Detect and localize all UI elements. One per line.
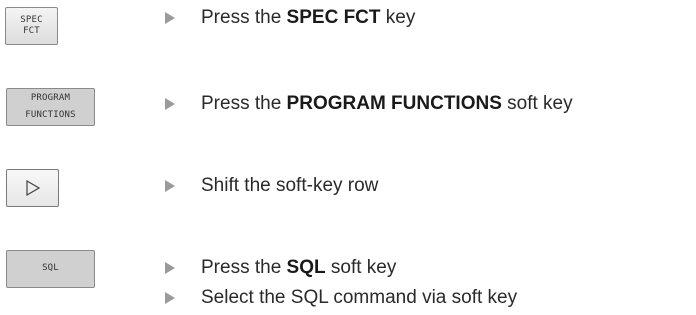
step-2-text: Press the PROGRAM FUNCTIONS soft key bbox=[201, 93, 573, 115]
step-4-post: soft key bbox=[325, 257, 397, 278]
program-functions-softkey[interactable]: PROGRAM FUNCTIONS bbox=[6, 88, 95, 126]
step-1-bold: SPEC FCT bbox=[286, 7, 381, 28]
sql-softkey[interactable]: SQL bbox=[6, 250, 95, 288]
spec-fct-key[interactable]: SPEC FCT bbox=[5, 7, 58, 45]
bullet-triangle-icon bbox=[165, 292, 175, 304]
spec-fct-key-line1: SPEC bbox=[20, 14, 43, 25]
step-1-text: Press the SPEC FCT key bbox=[201, 7, 415, 29]
step-3-text: Shift the soft-key row bbox=[201, 175, 379, 196]
step-2-post: soft key bbox=[501, 93, 573, 114]
step-shift-softkey-row: Shift the soft-key row bbox=[165, 175, 378, 197]
step-2-pre: Press the bbox=[201, 93, 287, 114]
step-4-text: Press the SQL soft key bbox=[201, 257, 396, 279]
step-press-sql: Press the SQL soft key bbox=[165, 257, 396, 279]
step-press-spec-fct: Press the SPEC FCT key bbox=[165, 7, 415, 29]
bullet-triangle-icon bbox=[165, 262, 175, 274]
program-functions-softkey-line1: PROGRAM bbox=[30, 92, 71, 103]
program-functions-softkey-line2: FUNCTIONS bbox=[25, 110, 76, 120]
step-5-text: Select the SQL command via soft key bbox=[201, 287, 518, 308]
step-1-pre: Press the bbox=[201, 7, 287, 28]
bullet-triangle-icon bbox=[165, 12, 175, 24]
step-2-bold: PROGRAM FUNCTIONS bbox=[286, 93, 502, 114]
step-4-pre: Press the bbox=[201, 257, 287, 278]
step-1-post: key bbox=[380, 7, 416, 28]
step-press-program-functions: Press the PROGRAM FUNCTIONS soft key bbox=[165, 93, 573, 115]
spec-fct-key-line2: FCT bbox=[23, 26, 40, 36]
sql-softkey-label: SQL bbox=[42, 263, 59, 274]
play-triangle-outline-icon bbox=[25, 180, 40, 196]
step-4-bold: SQL bbox=[286, 257, 326, 278]
bullet-triangle-icon bbox=[165, 98, 175, 110]
bullet-triangle-icon bbox=[165, 180, 175, 192]
step-select-sql-command: Select the SQL command via soft key bbox=[165, 287, 517, 309]
shift-softkey-row-key[interactable] bbox=[6, 169, 59, 207]
